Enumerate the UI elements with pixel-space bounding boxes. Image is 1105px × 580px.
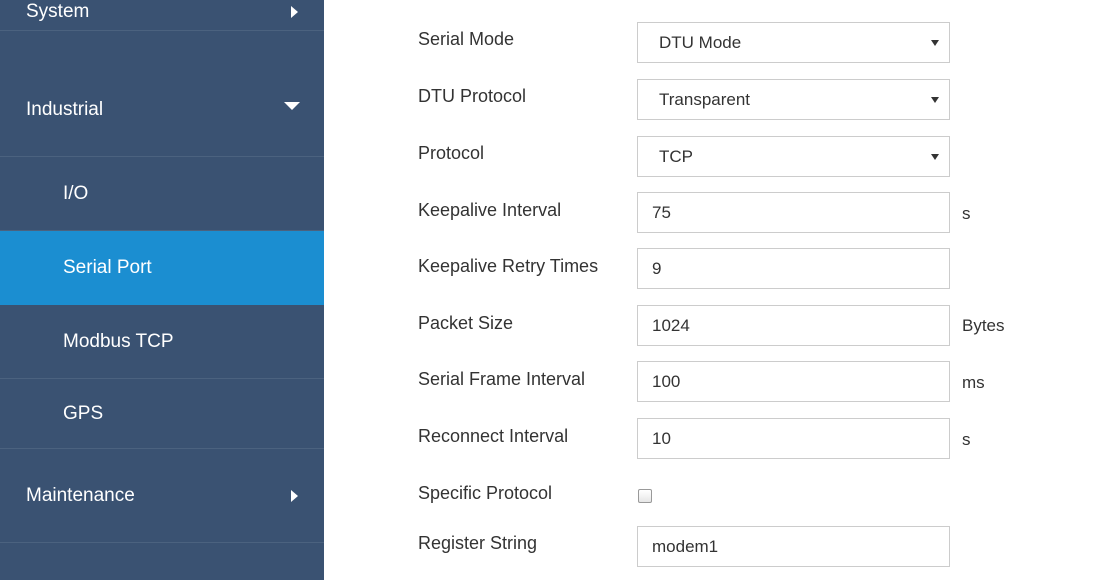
sidebar-item-serial-port[interactable]: Serial Port xyxy=(0,231,324,305)
keepalive-interval-input[interactable]: 75 xyxy=(637,192,950,233)
protocol-label: Protocol xyxy=(418,143,485,163)
serial-mode-select[interactable]: DTU Mode xyxy=(637,22,950,63)
packet-size-unit: Bytes xyxy=(962,316,1005,335)
protocol-value: TCP xyxy=(659,146,693,166)
serial-frame-interval-input[interactable]: 100 xyxy=(637,361,950,402)
register-string-input[interactable]: modem1 xyxy=(637,526,950,567)
sidebar-item-label: Modbus TCP xyxy=(63,330,174,352)
keepalive-interval-label: Keepalive Interval xyxy=(418,200,562,220)
sidebar-item-label: Maintenance xyxy=(26,484,135,506)
sidebar: System Industrial I/O Serial Port Modbus… xyxy=(0,0,324,580)
sidebar-item-modbus-tcp[interactable]: Modbus TCP xyxy=(0,305,324,379)
serial-mode-label: Serial Mode xyxy=(418,29,515,49)
keepalive-interval-value: 75 xyxy=(652,202,671,222)
chevron-down-icon xyxy=(284,102,300,110)
protocol-select[interactable]: TCP xyxy=(637,136,950,177)
serial-frame-interval-value: 100 xyxy=(652,371,681,391)
packet-size-input[interactable]: 1024 xyxy=(637,305,950,346)
sidebar-item-io[interactable]: I/O xyxy=(0,157,324,231)
dropdown-caret-icon xyxy=(931,39,939,46)
reconnect-interval-input[interactable]: 10 xyxy=(637,418,950,459)
specific-protocol-checkbox[interactable] xyxy=(638,489,652,503)
sidebar-item-maintenance[interactable]: Maintenance xyxy=(0,449,324,543)
dtu-protocol-label: DTU Protocol xyxy=(418,86,527,106)
reconnect-interval-unit: s xyxy=(962,430,971,449)
packet-size-label: Packet Size xyxy=(418,313,514,333)
keepalive-interval-unit: s xyxy=(962,204,971,223)
dtu-protocol-value: Transparent xyxy=(659,89,751,109)
sidebar-item-industrial[interactable]: Industrial xyxy=(0,63,324,157)
chevron-right-icon xyxy=(291,489,298,502)
register-string-value: modem1 xyxy=(652,536,719,556)
reconnect-interval-value: 10 xyxy=(652,428,671,448)
keepalive-retry-label: Keepalive Retry Times xyxy=(418,256,599,276)
sidebar-item-label: Serial Port xyxy=(63,256,152,278)
sidebar-item-gps[interactable]: GPS xyxy=(0,379,324,449)
sidebar-item-label: I/O xyxy=(63,182,89,204)
specific-protocol-label: Specific Protocol xyxy=(418,483,553,503)
keepalive-retry-value: 9 xyxy=(652,258,662,278)
serial-frame-interval-label: Serial Frame Interval xyxy=(418,369,586,389)
reconnect-interval-label: Reconnect Interval xyxy=(418,426,569,446)
sidebar-item-label: GPS xyxy=(63,402,104,424)
sidebar-item-system[interactable]: System xyxy=(0,0,324,31)
keepalive-retry-input[interactable]: 9 xyxy=(637,248,950,289)
dropdown-caret-icon xyxy=(931,153,939,160)
sidebar-item-label: System xyxy=(26,1,90,22)
dropdown-caret-icon xyxy=(931,96,939,103)
register-string-label: Register String xyxy=(418,533,538,553)
packet-size-value: 1024 xyxy=(652,315,690,335)
sidebar-item-label: Industrial xyxy=(26,98,104,120)
dtu-protocol-select[interactable]: Transparent xyxy=(637,79,950,120)
serial-frame-interval-unit: ms xyxy=(962,373,985,392)
chevron-right-icon xyxy=(291,6,298,18)
serial-mode-value: DTU Mode xyxy=(659,32,742,52)
